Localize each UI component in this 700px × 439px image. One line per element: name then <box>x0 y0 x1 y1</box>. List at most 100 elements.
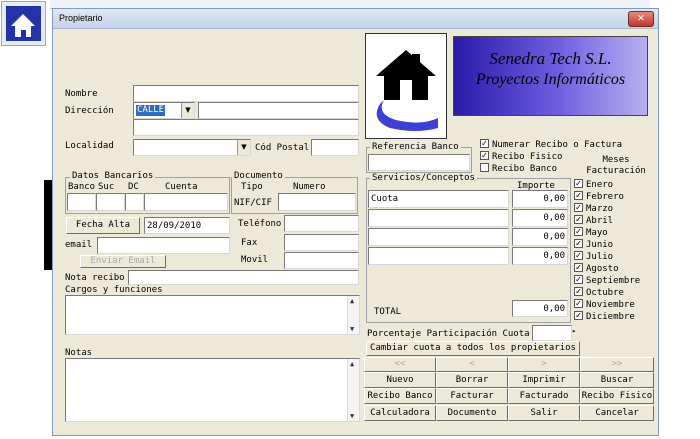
telefono-input[interactable] <box>284 215 359 232</box>
check-icon[interactable]: ✓ <box>574 215 583 224</box>
chevron-down-icon[interactable]: ▼ <box>237 140 250 155</box>
cancelar-button[interactable]: Cancelar <box>580 405 654 421</box>
nota-recibo-input[interactable] <box>128 270 359 285</box>
banco-input[interactable] <box>67 193 96 211</box>
recibo-fisico-checkbox[interactable]: ✓ Recibo Fisico <box>480 151 562 163</box>
facturar-button[interactable]: Facturar <box>436 388 508 404</box>
nav-last-button[interactable]: >> <box>580 357 654 372</box>
recibo-fisico-button[interactable]: Recibo Fisico <box>580 388 654 404</box>
check-icon[interactable]: ✓ <box>574 179 583 188</box>
concepto-importe-input[interactable]: 0,00 <box>512 190 568 208</box>
check-icon[interactable]: ✓ <box>480 151 489 160</box>
concepto-name-input[interactable] <box>368 209 509 227</box>
month-checkbox-1[interactable]: ✓ Febrero <box>574 191 624 203</box>
dc-label: DC <box>128 182 139 192</box>
app-corner-icon[interactable] <box>1 1 46 46</box>
check-icon[interactable]: ✓ <box>574 251 583 260</box>
nav-first-button[interactable]: << <box>364 357 436 372</box>
porcentaje-label: Porcentaje Participación Cuota <box>367 329 530 339</box>
check-icon[interactable]: ✓ <box>574 287 583 296</box>
check-icon[interactable]: ✓ <box>574 311 583 320</box>
spin-icon[interactable]: ▸ <box>572 326 576 337</box>
direccion-line2-input[interactable] <box>133 119 359 136</box>
month-checkbox-0[interactable]: ✓ Enero <box>574 179 613 191</box>
check-icon[interactable]: ✓ <box>574 299 583 308</box>
month-checkbox-2[interactable]: ✓ Marzo <box>574 203 613 215</box>
month-checkbox-5[interactable]: ✓ Junio <box>574 239 614 251</box>
notas-textarea[interactable]: ▲ ▼ <box>65 358 360 422</box>
localidad-select[interactable]: ▼ <box>133 139 251 156</box>
chevron-down-icon[interactable]: ▼ <box>181 103 194 118</box>
numero-label: Numero <box>293 182 326 192</box>
servicios-label: Servicios/Conceptos <box>370 173 477 184</box>
salir-button[interactable]: Salir <box>508 405 580 421</box>
recibo-banco-checkbox[interactable]: Recibo Banco <box>480 163 557 175</box>
nuevo-button[interactable]: Nuevo <box>364 372 436 388</box>
month-label: Mayo <box>586 228 608 238</box>
cuenta-label: Cuenta <box>165 182 198 192</box>
month-label: Febrero <box>586 192 624 202</box>
check-icon[interactable]: ✓ <box>574 203 583 212</box>
check-icon[interactable]: ✓ <box>574 227 583 236</box>
borrar-button[interactable]: Borrar <box>436 372 508 388</box>
documento-button[interactable]: Documento <box>436 405 508 421</box>
month-checkbox-11[interactable]: ✓ Diciembre <box>574 311 635 323</box>
cod-postal-label: Cód Postal <box>255 143 310 153</box>
check-icon[interactable]: ✓ <box>480 139 489 148</box>
scroll-up-icon[interactable]: ▲ <box>350 360 354 368</box>
check-icon[interactable]: ✓ <box>574 275 583 284</box>
referencia-banco-input[interactable] <box>368 154 470 171</box>
nav-prev-button[interactable]: < <box>436 357 508 372</box>
cod-postal-input[interactable] <box>311 139 359 156</box>
cargos-scrollbar[interactable]: ▲ ▼ <box>347 296 359 334</box>
concepto-importe-input[interactable]: 0,00 <box>512 228 568 246</box>
suc-input[interactable] <box>96 193 125 211</box>
month-checkbox-10[interactable]: ✓ Noviembre <box>574 299 635 311</box>
scroll-up-icon[interactable]: ▲ <box>350 297 354 305</box>
fecha-alta-button[interactable]: Fecha Alta <box>66 217 140 234</box>
month-checkbox-3[interactable]: ✓ Abril <box>574 215 613 227</box>
close-button[interactable]: ✕ <box>628 11 654 27</box>
scroll-down-icon[interactable]: ▼ <box>350 325 354 333</box>
facturado-button[interactable]: Facturado <box>508 388 580 404</box>
concepto-name-input[interactable] <box>368 228 509 246</box>
fax-input[interactable] <box>284 234 359 251</box>
month-checkbox-8[interactable]: ✓ Septiembre <box>574 275 640 287</box>
dc-input[interactable] <box>125 193 144 211</box>
month-checkbox-7[interactable]: ✓ Agosto <box>574 263 619 275</box>
porcentaje-input[interactable] <box>532 325 572 341</box>
calculadora-button[interactable]: Calculadora <box>364 405 436 421</box>
concepto-name-input[interactable] <box>368 247 509 265</box>
cargos-textarea[interactable]: ▲ ▼ <box>65 295 360 335</box>
recibo-banco-button[interactable]: Recibo Banco <box>364 388 436 404</box>
check-icon[interactable]: ✓ <box>574 239 583 248</box>
buscar-button[interactable]: Buscar <box>580 372 654 388</box>
email-input[interactable] <box>97 237 230 254</box>
fecha-alta-input[interactable]: 28/09/2010 <box>144 217 230 234</box>
cuenta-input[interactable] <box>144 193 228 211</box>
month-checkbox-4[interactable]: ✓ Mayo <box>574 227 608 239</box>
check-icon[interactable]: ✓ <box>574 191 583 200</box>
direccion-input[interactable] <box>198 102 359 119</box>
enviar-email-button[interactable]: Enviar Email <box>80 255 166 268</box>
movil-input[interactable] <box>284 252 359 269</box>
concepto-importe-input[interactable]: 0,00 <box>512 247 568 265</box>
direccion-tipo-select[interactable]: CALLE ▼ <box>133 102 195 119</box>
month-checkbox-6[interactable]: ✓ Julio <box>574 251 613 263</box>
scroll-down-icon[interactable]: ▼ <box>350 412 354 420</box>
month-checkbox-9[interactable]: ✓ Octubre <box>574 287 624 299</box>
check-icon[interactable]: ✓ <box>574 263 583 272</box>
numerar-recibo-checkbox[interactable]: ✓ Numerar Recibo o Factura <box>480 139 622 151</box>
total-label: TOTAL <box>374 307 402 317</box>
notas-scrollbar[interactable]: ▲ ▼ <box>347 359 359 421</box>
nav-next-button[interactable]: > <box>508 357 580 372</box>
nombre-input[interactable] <box>133 85 359 102</box>
concepto-importe-input[interactable]: 0,00 <box>512 209 568 227</box>
month-label: Junio <box>586 240 614 250</box>
referencia-banco-label: Referencia Banco <box>370 142 461 153</box>
numero-documento-input[interactable] <box>278 193 356 211</box>
cambiar-cuota-button[interactable]: Cambiar cuota a todos los propietarios <box>366 341 580 356</box>
imprimir-button[interactable]: Imprimir <box>508 372 580 388</box>
concepto-name-input[interactable]: Cuota <box>368 190 509 208</box>
checkbox-empty-icon[interactable] <box>480 163 489 172</box>
